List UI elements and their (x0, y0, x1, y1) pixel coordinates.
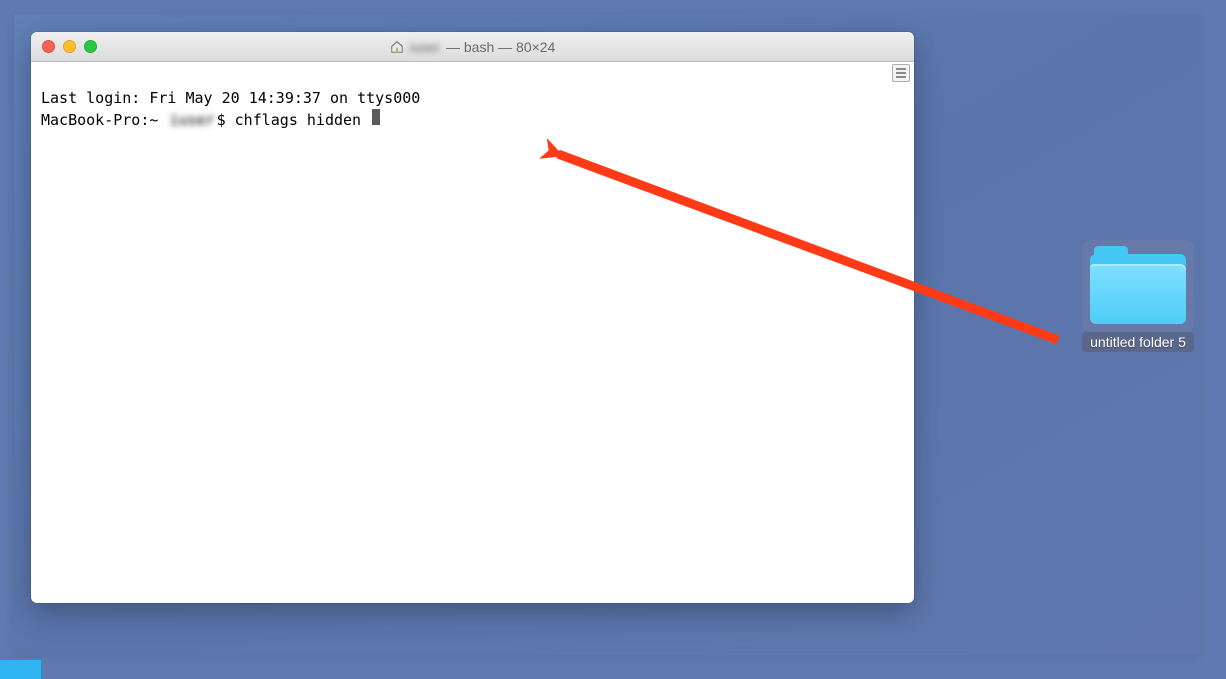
terminal-line-last-login: Last login: Fri May 20 14:39:37 on ttys0… (41, 89, 420, 107)
title-user-blurred: iuser (410, 39, 440, 55)
desktop-folder[interactable]: untitled folder 5 (1068, 246, 1208, 352)
cursor-icon (372, 109, 380, 125)
folder-icon (1088, 246, 1188, 326)
traffic-lights (31, 40, 97, 53)
terminal-output[interactable]: Last login: Fri May 20 14:39:37 on ttys0… (31, 62, 914, 603)
home-icon (390, 40, 404, 54)
prompt-user-blurred: iuser (167, 110, 216, 130)
window-title: iuser — bash — 80×24 (31, 39, 914, 55)
minimize-button[interactable] (63, 40, 76, 53)
typed-command: chflags hidden (235, 110, 370, 130)
terminal-prompt-line: MacBook-Pro:~ iuser$ chflags hidden (41, 109, 904, 130)
close-button[interactable] (42, 40, 55, 53)
prompt-host: MacBook-Pro:~ (41, 110, 167, 130)
zoom-button[interactable] (84, 40, 97, 53)
terminal-window: iuser — bash — 80×24 Last login: Fri May… (31, 32, 914, 603)
folder-label[interactable]: untitled folder 5 (1082, 332, 1194, 352)
dock-edge (0, 659, 42, 679)
prompt-dollar: $ (217, 110, 235, 130)
title-suffix: — bash — 80×24 (446, 39, 555, 55)
window-titlebar[interactable]: iuser — bash — 80×24 (31, 32, 914, 62)
